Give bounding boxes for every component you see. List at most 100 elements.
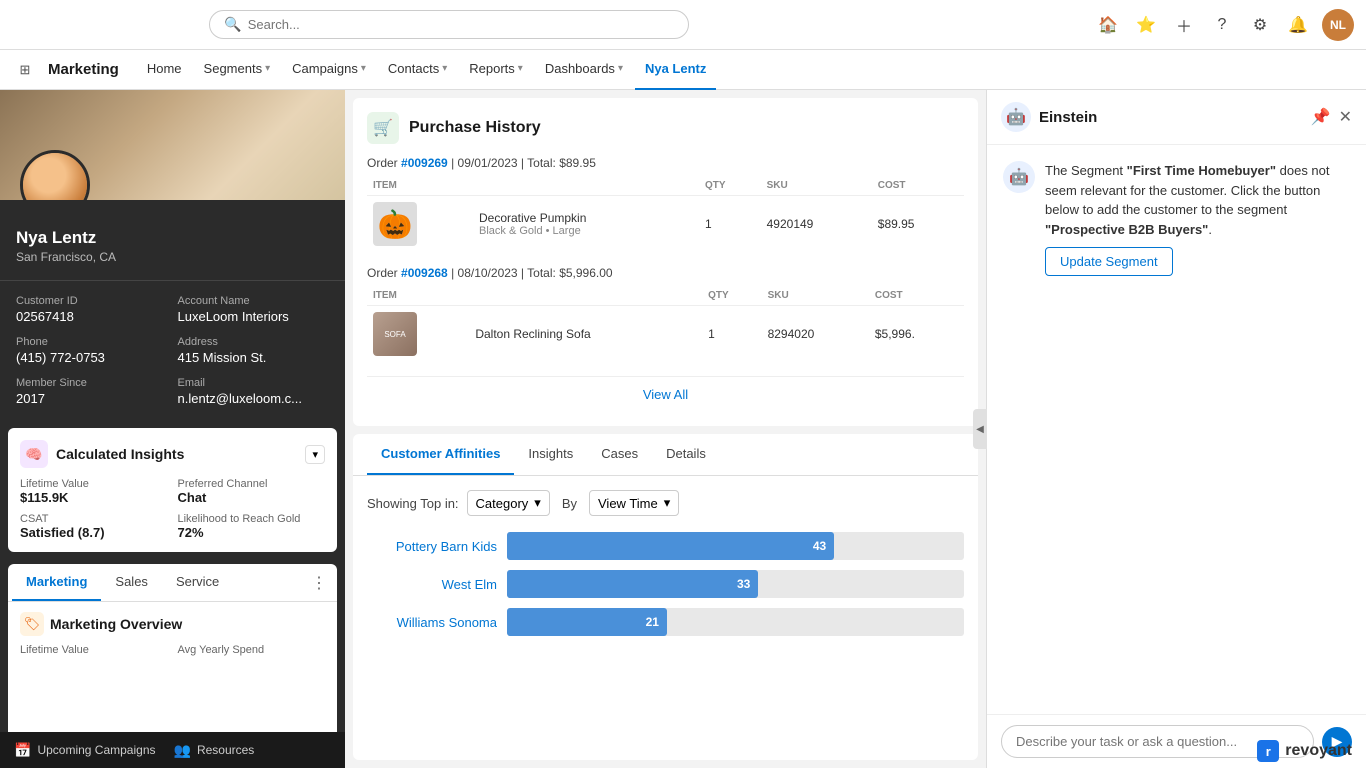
- people-icon: 👥: [174, 742, 191, 759]
- tab-sales[interactable]: Sales: [101, 564, 162, 601]
- nav-contacts[interactable]: Contacts ▾: [378, 50, 457, 90]
- order-009269: Order #009269 | 09/01/2023 | Total: $89.…: [367, 156, 964, 252]
- pin-icon[interactable]: 📌: [1311, 107, 1331, 127]
- ci-grid: Lifetime Value $115.9K Preferred Channel…: [20, 478, 325, 540]
- bar-row-williams: Williams Sonoma 21: [367, 608, 964, 636]
- address-field: Address 415 Mission St.: [178, 336, 330, 365]
- order-link-009268[interactable]: #009268: [401, 266, 448, 280]
- pottery-bar-value: 43: [813, 539, 826, 553]
- resources-label: Resources: [197, 743, 254, 757]
- einstein-body: 🤖 The Segment "First Time Homebuyer" doe…: [987, 145, 1366, 714]
- west-elm-link[interactable]: West Elm: [367, 577, 497, 592]
- member-since-field: Member Since 2017: [16, 377, 168, 406]
- center-panel: 🛒 Purchase History Order #009269 | 09/01…: [345, 90, 986, 768]
- home-icon[interactable]: 🏠: [1094, 11, 1122, 39]
- ph-header: 🛒 Purchase History: [367, 112, 964, 144]
- campaigns-chevron: ▾: [361, 63, 366, 74]
- tab-cases[interactable]: Cases: [587, 434, 652, 475]
- item-qty: 1: [699, 196, 761, 253]
- order-link-009269[interactable]: #009269: [401, 156, 448, 170]
- customer-id-field: Customer ID 02567418: [16, 295, 168, 324]
- segment-target: "Prospective B2B Buyers": [1045, 222, 1208, 237]
- sofa-image: SOFA: [373, 312, 417, 356]
- west-elm-bar-value: 33: [737, 577, 750, 591]
- view-all-button[interactable]: View All: [367, 376, 964, 412]
- cost-col-header-2: COST: [869, 286, 964, 306]
- einstein-collapse-btn[interactable]: ◀: [973, 409, 987, 449]
- search-input[interactable]: [248, 17, 675, 32]
- tab-service[interactable]: Service: [162, 564, 233, 601]
- topbar: 🔍 🏠 ⭐ ＋ ? ⚙ 🔔 NL: [0, 0, 1366, 50]
- order-table-1: ITEM QTY SKU COST 🎃: [367, 176, 964, 252]
- phone-field: Phone (415) 772-0753: [16, 336, 168, 365]
- nav-reports[interactable]: Reports ▾: [459, 50, 533, 90]
- upcoming-label: Upcoming Campaigns: [37, 743, 155, 757]
- preferred-channel-label: Preferred Channel: [178, 478, 326, 490]
- nav-home[interactable]: Home: [137, 50, 192, 90]
- ci-header: 🧠 Calculated Insights ▾: [20, 440, 325, 468]
- member-since-label: Member Since: [16, 377, 168, 389]
- nav-segments[interactable]: Segments ▾: [194, 50, 281, 90]
- tab-insights[interactable]: Insights: [514, 434, 587, 475]
- tab-more[interactable]: ⋮: [305, 565, 333, 601]
- tab-customer-affinities[interactable]: Customer Affinities: [367, 434, 514, 475]
- order-009268: Order #009268 | 08/10/2023 | Total: $5,9…: [367, 266, 964, 362]
- order-table-2: ITEM QTY SKU COST SOFA: [367, 286, 964, 362]
- segment-name: "First Time Homebuyer": [1127, 163, 1276, 178]
- pottery-bar-track: 43: [507, 532, 964, 560]
- overview-title: Marketing Overview: [50, 616, 182, 632]
- nav-nya-lentz[interactable]: Nya Lentz: [635, 50, 716, 90]
- einstein-title: Einstein: [1039, 109, 1311, 126]
- einstein-msg-icon: 🤖: [1003, 161, 1035, 193]
- email-value: n.lentz@luxeloom.c...: [178, 391, 330, 406]
- navbar: ⊞ Marketing Home Segments ▾ Campaigns ▾ …: [0, 50, 1366, 90]
- ci-icon: 🧠: [20, 440, 48, 468]
- sofa-name-cell: Dalton Reclining Sofa: [469, 306, 702, 363]
- notifications-icon[interactable]: 🔔: [1284, 11, 1312, 39]
- phone-label: Phone: [16, 336, 168, 348]
- overview-icon: 🏷: [20, 612, 44, 636]
- pumpkin-image: 🎃: [373, 202, 417, 246]
- williams-sonoma-link[interactable]: Williams Sonoma: [367, 615, 497, 630]
- revoyant-brand: r revoyant: [1257, 740, 1352, 762]
- upcoming-campaigns-link[interactable]: 📅 Upcoming Campaigns: [14, 742, 156, 759]
- category-select[interactable]: Category ▾: [467, 490, 550, 516]
- update-segment-button[interactable]: Update Segment: [1045, 247, 1173, 276]
- status-bar: 📅 Upcoming Campaigns 👥 Resources: [0, 732, 345, 768]
- nav-campaigns[interactable]: Campaigns ▾: [282, 50, 376, 90]
- view-time-select[interactable]: View Time ▾: [589, 490, 679, 516]
- left-panel: Nya Lentz San Francisco, CA Customer ID …: [0, 90, 345, 768]
- nav-dashboards[interactable]: Dashboards ▾: [535, 50, 633, 90]
- tab-details[interactable]: Details: [652, 434, 720, 475]
- showing-row: Showing Top in: Category ▾ By View Time …: [367, 490, 964, 516]
- west-elm-bar-track: 33: [507, 570, 964, 598]
- ci-title: Calculated Insights: [56, 446, 184, 462]
- sofa-qty: 1: [702, 306, 761, 363]
- einstein-header: 🤖 Einstein 📌 ✕: [987, 90, 1366, 145]
- tab-marketing[interactable]: Marketing: [12, 564, 101, 601]
- settings-icon[interactable]: ⚙: [1246, 11, 1274, 39]
- pottery-barn-link[interactable]: Pottery Barn Kids: [367, 539, 497, 554]
- ov-avg-label: Avg Yearly Spend: [178, 644, 326, 656]
- ci-dropdown-btn[interactable]: ▾: [305, 445, 325, 464]
- search-bar[interactable]: 🔍: [209, 10, 689, 39]
- cost-col-header: COST: [872, 176, 964, 196]
- qty-col-header-2: QTY: [702, 286, 761, 306]
- resources-link[interactable]: 👥 Resources: [174, 742, 255, 759]
- profile-location: San Francisco, CA: [16, 250, 329, 264]
- overview-grid: Lifetime Value Avg Yearly Spend: [20, 644, 325, 656]
- reports-chevron: ▾: [518, 63, 523, 74]
- topbar-icons: 🏠 ⭐ ＋ ? ⚙ 🔔 NL: [1094, 9, 1354, 41]
- address-value: 415 Mission St.: [178, 350, 330, 365]
- ov-lifetime: Lifetime Value: [20, 644, 168, 656]
- sofa-name: Dalton Reclining Sofa: [475, 327, 696, 341]
- close-icon[interactable]: ✕: [1339, 107, 1352, 127]
- add-icon[interactable]: ＋: [1170, 11, 1198, 39]
- user-avatar[interactable]: NL: [1322, 9, 1354, 41]
- favorites-icon[interactable]: ⭐: [1132, 11, 1160, 39]
- account-name-label: Account Name: [178, 295, 330, 307]
- help-icon[interactable]: ?: [1208, 11, 1236, 39]
- sku-col-header: SKU: [761, 176, 872, 196]
- item-variant: Black & Gold • Large: [479, 225, 693, 237]
- grid-icon[interactable]: ⊞: [10, 55, 40, 85]
